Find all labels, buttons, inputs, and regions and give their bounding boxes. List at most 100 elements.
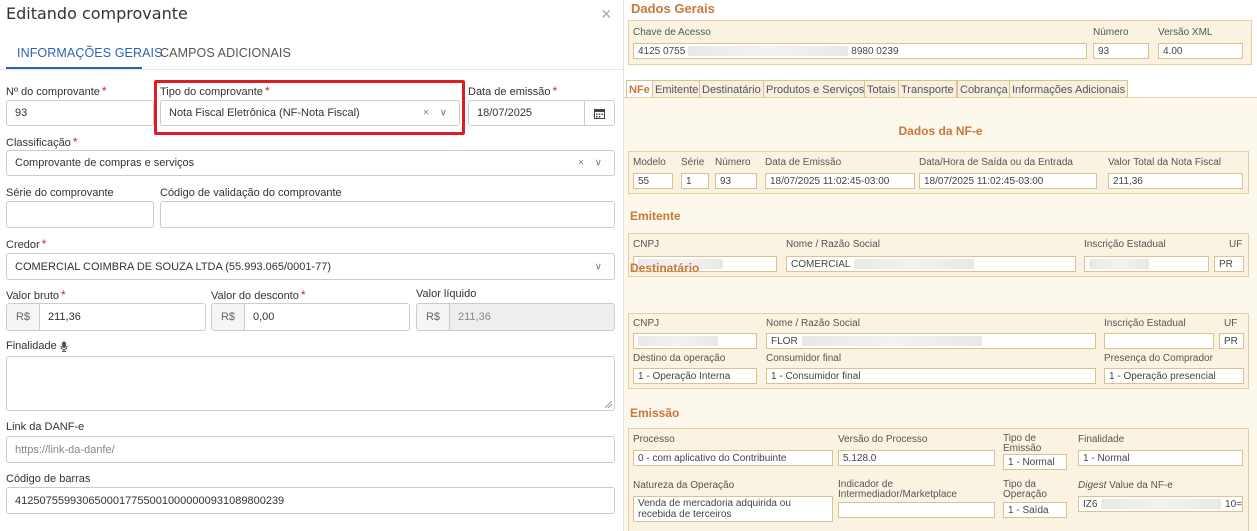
tab-emitente[interactable]: Emitente bbox=[652, 80, 702, 98]
finalidade-value: 1 - Normal bbox=[1078, 450, 1243, 466]
codigo-validacao-input[interactable] bbox=[160, 201, 615, 228]
consumidor-label: Consumidor final bbox=[766, 353, 842, 364]
link-danfe-input[interactable]: https://link-da-danfe/ bbox=[6, 436, 615, 463]
versao-label: Versão XML bbox=[1158, 27, 1213, 38]
nfe-viewer: Dados Gerais Chave de Acesso 4125 0755 8… bbox=[624, 0, 1257, 531]
tab-destinatario[interactable]: Destinatário bbox=[699, 80, 764, 98]
destinatario-box: CNPJ Nome / Razão Social FLOR Inscrição … bbox=[628, 313, 1249, 389]
tab-produtos[interactable]: Produtos e Serviços bbox=[763, 80, 868, 98]
edit-panel: Editando comprovante × INFORMAÇÕES GERAI… bbox=[0, 0, 624, 531]
redacted-block bbox=[854, 259, 975, 269]
serie-value: 1 bbox=[681, 173, 709, 189]
dest-ie-label: Inscrição Estadual bbox=[1104, 318, 1186, 329]
credor-select[interactable]: COMERCIAL COIMBRA DE SOUZA LTDA (55.993.… bbox=[6, 253, 615, 280]
serie-label: Série do comprovante bbox=[6, 187, 114, 199]
numero-input[interactable]: 93 bbox=[6, 100, 154, 126]
nome-value: COMERCIAL bbox=[786, 256, 1076, 272]
versao-value: 4.00 bbox=[1158, 43, 1243, 59]
consumidor-value: 1 - Consumidor final bbox=[766, 368, 1096, 384]
chave-label: Chave de Acesso bbox=[633, 27, 711, 38]
data-saida-label: Data/Hora de Saída ou da Entrada bbox=[919, 157, 1073, 168]
digest-value: IZ6 10= bbox=[1078, 496, 1243, 512]
codigo-validacao-label: Código de validação do comprovante bbox=[160, 187, 342, 199]
finalidade-label: Finalidade bbox=[1078, 434, 1125, 445]
calendar-icon[interactable] bbox=[584, 101, 614, 125]
valor-bruto-input[interactable]: R$ 211,36 bbox=[6, 303, 206, 331]
versao-proc-value: 5.128.0 bbox=[838, 450, 995, 466]
tipo-emissao-label: Tipo de Emissão bbox=[1003, 433, 1042, 454]
microphone-icon[interactable] bbox=[60, 341, 68, 352]
tipo-operacao-value: 1 - Saída bbox=[1003, 502, 1067, 518]
tab-transporte[interactable]: Transporte bbox=[898, 80, 957, 98]
tab-nfe[interactable]: NFe bbox=[626, 80, 653, 98]
tab-info-adicionais[interactable]: Informações Adicionais bbox=[1009, 80, 1129, 98]
finalidade-textarea[interactable] bbox=[6, 356, 615, 411]
valor-desconto-label: Valor do desconto * bbox=[211, 288, 306, 302]
dest-ie-value bbox=[1104, 333, 1214, 349]
ie-value bbox=[1084, 256, 1209, 272]
ie-label: Inscrição Estadual bbox=[1084, 239, 1166, 250]
redacted-block bbox=[801, 336, 982, 346]
data-emissao-label: Data de Emissão bbox=[765, 157, 842, 168]
processo-label: Processo bbox=[633, 434, 675, 445]
dest-cnpj-value bbox=[633, 333, 757, 349]
resize-handle-icon[interactable] bbox=[605, 401, 612, 408]
highlight-box bbox=[154, 80, 465, 135]
valor-desconto-input[interactable]: R$ 0,00 bbox=[211, 303, 410, 331]
tab-totais[interactable]: Totais bbox=[864, 80, 899, 98]
destino-value: 1 - Operação Interna bbox=[633, 368, 757, 384]
currency-prefix: R$ bbox=[212, 304, 245, 330]
modelo-label: Modelo bbox=[633, 157, 666, 168]
codigo-barras-label: Código de barras bbox=[6, 473, 91, 485]
serie-input[interactable] bbox=[6, 201, 154, 228]
chevron-down-icon[interactable]: ∨ bbox=[595, 261, 606, 272]
emissao-box: Processo 0 - com aplicativo do Contribui… bbox=[628, 428, 1249, 531]
nfe-tab-panel: Dados da NF-e Modelo 55 Série 1 Número 9… bbox=[624, 97, 1257, 531]
presenca-value: 1 - Operação presencial bbox=[1104, 368, 1244, 384]
uf-label: UF bbox=[1229, 239, 1243, 250]
panel-title: Editando comprovante bbox=[6, 4, 188, 23]
tab-campos-adicionais[interactable]: CAMPOS ADICIONAIS bbox=[160, 46, 291, 60]
emitente-box: CNPJ Nome / Razão Social COMERCIAL Inscr… bbox=[628, 233, 1249, 277]
tab-informacoes-gerais[interactable]: INFORMAÇÕES GERAIS bbox=[17, 46, 163, 60]
classificacao-select[interactable]: Comprovante de compras e serviços × ∨ bbox=[6, 150, 615, 176]
numero-label: Nº do comprovante * bbox=[6, 84, 107, 98]
chave-value: 4125 0755 8980 0239 bbox=[633, 43, 1087, 59]
natureza-label: Natureza da Operação bbox=[633, 480, 735, 491]
modelo-value: 55 bbox=[633, 173, 673, 189]
currency-prefix: R$ bbox=[417, 304, 450, 330]
finalidade-label: Finalidade bbox=[6, 340, 68, 352]
redacted-block bbox=[1089, 259, 1149, 269]
destinatario-heading: Destinatário bbox=[630, 261, 700, 275]
tab-cobranca[interactable]: Cobrança bbox=[957, 80, 1011, 98]
credor-label: Credor * bbox=[6, 237, 47, 251]
currency-prefix: R$ bbox=[7, 304, 40, 330]
data-saida-value: 18/07/2025 11:02:45-03:00 bbox=[919, 173, 1097, 189]
valor-liquido-label: Valor líquido bbox=[416, 288, 477, 300]
emitente-heading: Emitente bbox=[630, 209, 681, 223]
dest-cnpj-label: CNPJ bbox=[633, 318, 660, 329]
processo-value: 0 - com aplicativo do Contribuinte bbox=[633, 450, 833, 466]
clear-chevron-icon[interactable]: × ∨ bbox=[578, 158, 606, 169]
classificacao-label: Classificação * bbox=[6, 135, 78, 149]
valor-total-value: 211,36 bbox=[1108, 173, 1243, 189]
uf-value: PR bbox=[1214, 256, 1244, 272]
tabs-divider bbox=[0, 69, 624, 70]
dados-gerais-heading: Dados Gerais bbox=[631, 1, 715, 16]
digest-label: Digest Value da NF-e bbox=[1078, 480, 1173, 491]
indicador-value bbox=[838, 502, 995, 518]
data-emissao-input[interactable]: 18/07/2025 bbox=[468, 100, 615, 126]
data-emissao-value: 18/07/2025 11:02:45-03:00 bbox=[765, 173, 915, 189]
close-icon[interactable]: × bbox=[601, 4, 612, 25]
valor-total-label: Valor Total da Nota Fiscal bbox=[1108, 157, 1222, 168]
presenca-label: Presença do Comprador bbox=[1104, 353, 1213, 364]
numero2-label: Número bbox=[715, 157, 751, 168]
dados-gerais-box: Chave de Acesso 4125 0755 8980 0239 Núme… bbox=[628, 20, 1252, 65]
nome-label: Nome / Razão Social bbox=[786, 239, 880, 250]
codigo-barras-input[interactable]: 4125075599306500017755001000000093108980… bbox=[6, 487, 615, 514]
versao-proc-label: Versão do Processo bbox=[838, 434, 928, 445]
destino-label: Destino da operação bbox=[633, 353, 726, 364]
redacted-block bbox=[1101, 499, 1222, 509]
dados-nfe-heading: Dados da NF-e bbox=[898, 124, 983, 138]
numero-label: Número bbox=[1093, 27, 1129, 38]
